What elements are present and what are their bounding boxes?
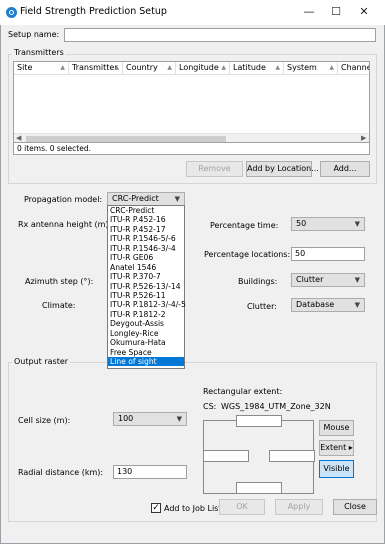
cs-label: CS: <box>203 402 217 411</box>
horizontal-scrollbar[interactable]: ◀ ▶ <box>14 133 369 142</box>
mouse-button[interactable]: Mouse <box>319 420 354 436</box>
propagation-model-option[interactable]: ITU-R P.370-7 <box>108 272 184 281</box>
globe-icon <box>6 7 17 18</box>
column-header-latitude[interactable]: Latitude ▲ <box>230 62 284 75</box>
percentage-time-select[interactable]: 50 ▼ <box>291 217 365 231</box>
scrollbar-thumb[interactable] <box>26 136 226 142</box>
propagation-model-option[interactable]: ITU-R P.452-16 <box>108 215 184 224</box>
column-header-longitude[interactable]: Longitude ▲ <box>176 62 230 75</box>
clutter-label: Clutter: <box>247 302 277 311</box>
chevron-down-icon: ▼ <box>354 276 360 284</box>
sort-icon: ▲ <box>329 64 334 71</box>
propagation-model-option[interactable]: ITU-R GE06 <box>108 253 184 262</box>
column-header-transmitter[interactable]: Transmitter ▲ <box>69 62 123 75</box>
percentage-locations-input[interactable]: 50 <box>291 247 365 261</box>
propagation-model-label: Propagation model: <box>24 195 103 204</box>
chevron-down-icon: ▼ <box>354 301 360 309</box>
chevron-down-icon: ▼ <box>354 220 360 228</box>
sort-icon: ▲ <box>60 64 65 71</box>
minimize-button[interactable]: — <box>299 4 319 20</box>
propagation-model-option[interactable]: Deygout-Assis <box>108 319 184 328</box>
propagation-model-option[interactable]: ITU-R P.1812-3/-4/-5 <box>108 300 186 309</box>
sort-icon: ▲ <box>167 64 172 71</box>
chevron-down-icon: ▼ <box>174 195 180 203</box>
cs-value: WGS_1984_UTM_Zone_32N <box>221 402 331 411</box>
remove-button[interactable]: Remove <box>186 161 243 177</box>
propagation-model-option[interactable]: ITU-R P.1546-3/-4 <box>108 244 184 253</box>
sort-icon: ▲ <box>275 64 280 71</box>
close-button[interactable]: Close <box>333 499 377 515</box>
close-window-button[interactable]: ✕ <box>354 4 374 20</box>
propagation-model-option[interactable]: ITU-R P.526-11 <box>108 291 184 300</box>
chevron-left-icon[interactable]: ◀ <box>16 134 21 142</box>
buildings-label: Buildings: <box>238 277 278 286</box>
propagation-model-option[interactable]: ITU-R P.1812-2 <box>108 310 184 319</box>
setup-name-input[interactable] <box>64 28 376 42</box>
column-header-country[interactable]: Country ▲ <box>123 62 176 75</box>
transmitters-status-bar: 0 items. 0 selected. <box>13 143 370 155</box>
sort-icon: ▲ <box>221 64 226 71</box>
add-to-job-list-checkbox[interactable]: ✓ <box>151 503 161 513</box>
column-header-site[interactable]: Site ▲ <box>14 62 69 75</box>
chevron-down-icon: ▼ <box>176 415 182 423</box>
maximize-button[interactable]: ☐ <box>326 4 346 20</box>
visible-button[interactable]: Visible <box>319 460 354 478</box>
propagation-model-option[interactable]: Okumura-Hata <box>108 338 184 347</box>
rectangular-extent-label: Rectangular extent: <box>203 387 283 396</box>
extent-north-input[interactable] <box>236 415 282 427</box>
extent-button[interactable]: Extent ▸ <box>319 440 354 456</box>
radial-distance-label: Radial distance (km): <box>18 468 104 477</box>
chevron-right-icon[interactable]: ▶ <box>361 134 366 142</box>
extent-south-input[interactable] <box>236 482 282 494</box>
propagation-model-option[interactable]: ITU-R P.1546-5/-6 <box>108 234 184 243</box>
transmitters-group-label: Transmitters <box>12 48 66 57</box>
cell-size-label: Cell size (m): <box>18 416 71 425</box>
propagation-model-option[interactable]: ITU-R P.526-13/-14 <box>108 282 184 291</box>
setup-name-label: Setup name: <box>8 30 60 39</box>
cell-size-select[interactable]: 100 ▼ <box>113 412 187 426</box>
extent-east-input[interactable] <box>269 450 315 462</box>
transmitters-status: 0 items. 0 selected. <box>17 144 91 153</box>
propagation-model-option[interactable]: Anatel 1546 <box>108 263 184 272</box>
propagation-model-dropdown[interactable]: CRC-Predict ITU-R P.452-16 ITU-R P.452-17 I… <box>107 205 186 369</box>
add-by-location-button[interactable]: Add by Location... <box>246 161 319 177</box>
extent-west-input[interactable] <box>203 450 249 462</box>
apply-button[interactable]: Apply <box>275 499 323 515</box>
window-title: Field Strength Prediction Setup <box>20 6 167 17</box>
buildings-select[interactable]: Clutter ▼ <box>291 273 365 287</box>
propagation-model-option[interactable]: Line of sight <box>108 357 184 367</box>
add-to-job-list-label[interactable]: Add to Job List <box>164 504 221 513</box>
clutter-select[interactable]: Database ▼ <box>291 298 365 312</box>
propagation-model-select[interactable]: CRC-Predict ▼ <box>107 192 185 206</box>
percentage-locations-label: Percentage locations: <box>204 250 291 259</box>
azimuth-step-label: Azimuth step (°): <box>25 277 94 286</box>
transmitters-table[interactable]: Site ▲ Transmitter ▲ Country ▲ Longitude ▲ L… <box>13 61 370 143</box>
propagation-model-option[interactable]: CRC-Predict <box>108 206 184 215</box>
propagation-model-option[interactable]: ITU-R P.452-17 <box>108 225 184 234</box>
column-header-system[interactable]: System ▲ <box>284 62 338 75</box>
ok-button[interactable]: OK <box>219 499 265 515</box>
propagation-model-option[interactable]: Longley-Rice <box>108 329 184 338</box>
climate-label: Climate: <box>42 301 76 310</box>
column-header-channel[interactable]: Channel <box>338 62 369 75</box>
propagation-model-option[interactable]: Free Space <box>108 348 184 357</box>
output-raster-group-label: Output raster <box>12 357 71 366</box>
sort-icon: ▲ <box>114 64 119 71</box>
rx-antenna-height-label: Rx antenna height (m): <box>18 220 112 229</box>
add-button[interactable]: Add... <box>320 161 370 177</box>
radial-distance-input[interactable]: 130 <box>113 465 187 479</box>
percentage-time-label: Percentage time: <box>210 221 279 230</box>
